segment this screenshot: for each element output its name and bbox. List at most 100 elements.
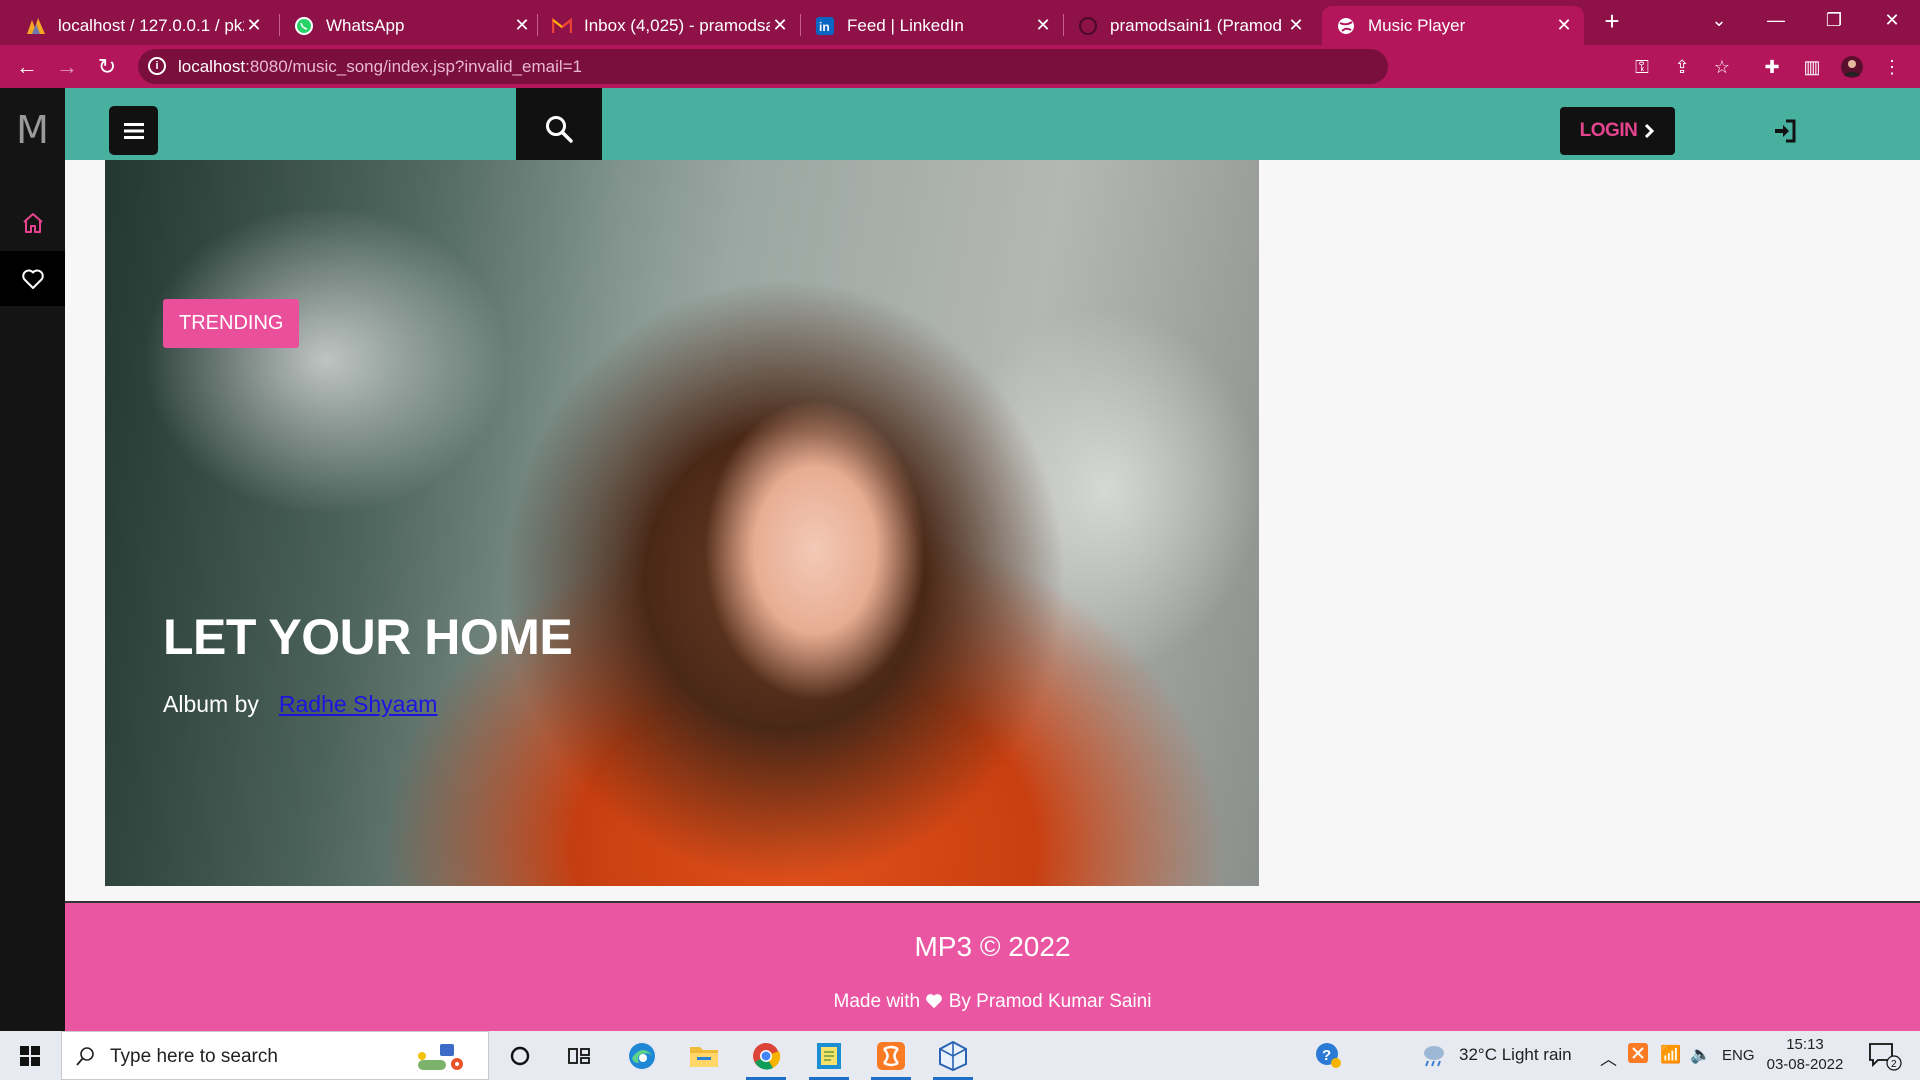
album-prefix: Album by	[163, 691, 259, 717]
close-icon[interactable]: ✕	[244, 15, 264, 36]
tab-label: Inbox (4,025) - pramodsaini	[584, 15, 770, 35]
windows-logo-icon	[20, 1045, 40, 1066]
github-icon	[1078, 16, 1098, 36]
svg-text:?: ?	[1322, 1047, 1331, 1064]
address-bar[interactable]: i localhost:8080/music_song/index.jsp?in…	[138, 49, 1388, 84]
made-suffix: By Pramod Kumar Saini	[948, 991, 1152, 1012]
album-line: Album by Radhe Shyaam	[163, 691, 437, 718]
url-text[interactable]: localhost:8080/music_song/index.jsp?inva…	[178, 57, 582, 77]
menu-button[interactable]	[109, 106, 158, 155]
tab-music-player[interactable]: Music Player ✕	[1322, 6, 1584, 45]
footer-credit: Made with By Pramod Kumar Saini	[65, 991, 1920, 1013]
gmail-icon	[552, 16, 572, 36]
close-icon[interactable]: ✕	[770, 15, 790, 36]
browser-menu-icon[interactable]: ⋮	[1880, 55, 1904, 79]
close-icon[interactable]: ✕	[1286, 15, 1306, 36]
speaker-icon[interactable]: 🔈	[1690, 1045, 1711, 1065]
search-highlight-icon	[418, 1044, 463, 1070]
tab-label: pramodsaini1 (Pramod Kum	[1110, 15, 1286, 35]
app-header: LOGIN	[65, 88, 1920, 170]
search-icon	[546, 116, 573, 143]
tab-label: WhatsApp	[326, 15, 405, 35]
footer-copyright: MP3 © 2022	[914, 931, 1071, 962]
browser-toolbar: ← → ↻ i localhost:8080/music_song/index.…	[0, 45, 1920, 88]
tab-label: Feed | LinkedIn	[847, 15, 964, 35]
virtualbox-icon[interactable]	[929, 1035, 977, 1080]
sign-in-icon[interactable]	[1772, 118, 1798, 144]
linkedin-icon: in	[815, 16, 835, 36]
browser-tab-strip: localhost / 127.0.0.1 / pk2 / ✕ WhatsApp…	[0, 0, 1920, 45]
task-view-icon[interactable]	[556, 1035, 604, 1077]
share-icon[interactable]: ⇪	[1670, 55, 1694, 79]
notification-center-icon[interactable]: 2	[1868, 1041, 1902, 1076]
search-placeholder: Type here to search	[110, 1046, 278, 1067]
search-button[interactable]	[516, 88, 602, 170]
tab-phpmyadmin[interactable]: localhost / 127.0.0.1 / pk2 / ✕	[12, 6, 274, 45]
notepad-icon[interactable]	[805, 1035, 853, 1080]
chevron-up-icon[interactable]: ︿	[1600, 1045, 1617, 1070]
close-icon[interactable]: ✕	[1033, 15, 1053, 36]
taskbar-search-input[interactable]: Type here to search	[61, 1031, 489, 1080]
tab-whatsapp[interactable]: WhatsApp ✕	[280, 6, 542, 45]
reload-icon[interactable]: ↻	[91, 51, 123, 83]
close-icon[interactable]: ✕	[1554, 15, 1574, 36]
xampp-tray-icon[interactable]	[1628, 1043, 1648, 1068]
home-icon	[22, 212, 43, 233]
search-icon	[76, 1047, 94, 1066]
clock-time: 15:13	[1786, 1036, 1824, 1053]
back-icon[interactable]: ←	[11, 51, 43, 83]
made-prefix: Made with	[833, 991, 921, 1012]
bookmark-star-icon[interactable]: ☆	[1710, 55, 1734, 79]
login-button[interactable]: LOGIN	[1560, 107, 1675, 155]
tab-gmail[interactable]: Inbox (4,025) - pramodsaini ✕	[538, 6, 800, 45]
hero-title: LET YOUR HOME	[163, 609, 573, 665]
app-footer: MP3 © 2022 Made with By Pramod Kumar Sai…	[65, 901, 1920, 1031]
chrome-icon[interactable]	[742, 1035, 790, 1080]
edge-icon[interactable]	[618, 1035, 666, 1077]
phpmyadmin-icon	[26, 16, 46, 36]
weather-icon[interactable]	[1420, 1041, 1450, 1074]
side-panel-icon[interactable]: ▥	[1800, 55, 1824, 79]
sidebar-item-favorites[interactable]	[0, 251, 65, 306]
svg-text:2: 2	[1891, 1059, 1897, 1070]
hero-image	[105, 160, 1259, 886]
site-info-icon[interactable]: i	[148, 57, 166, 75]
close-icon[interactable]: ✕	[512, 15, 532, 36]
clock[interactable]: 15:13 03-08-2022	[1765, 1035, 1845, 1075]
xampp-icon[interactable]	[867, 1035, 915, 1080]
hamburger-icon	[123, 122, 144, 139]
app-logo[interactable]: M	[0, 108, 65, 152]
login-label: LOGIN	[1579, 120, 1638, 141]
artist-link[interactable]: Radhe Shyaam	[279, 691, 438, 717]
app-sidebar: M	[0, 88, 65, 1031]
tab-label: localhost / 127.0.0.1 / pk2 /	[58, 15, 244, 35]
svg-text:in: in	[819, 20, 830, 34]
tab-search-chevron-icon[interactable]: ⌄	[1691, 0, 1747, 40]
hero-banner: TRENDING LET YOUR HOME Album by Radhe Shy…	[105, 160, 1259, 886]
start-button[interactable]	[0, 1031, 60, 1080]
heart-icon	[926, 994, 943, 1009]
restore-icon[interactable]: ❐	[1806, 0, 1862, 40]
minimize-icon[interactable]: —	[1748, 0, 1804, 40]
extensions-icon[interactable]: ✚	[1760, 55, 1784, 79]
cortana-icon[interactable]	[496, 1035, 544, 1077]
whatsapp-icon	[294, 16, 314, 36]
profile-avatar[interactable]	[1840, 55, 1864, 79]
chevron-right-icon	[1645, 123, 1655, 139]
forward-icon[interactable]: →	[51, 51, 83, 83]
language-indicator[interactable]: ENG	[1722, 1047, 1755, 1064]
tab-github[interactable]: pramodsaini1 (Pramod Kum ✕	[1064, 6, 1316, 45]
help-icon[interactable]: ?	[1314, 1041, 1342, 1074]
globe-icon	[1336, 16, 1356, 36]
file-explorer-icon[interactable]	[680, 1035, 728, 1077]
tab-linkedin[interactable]: in Feed | LinkedIn ✕	[801, 6, 1063, 45]
window-close-icon[interactable]: ✕	[1864, 0, 1920, 40]
tab-label: Music Player	[1368, 15, 1466, 35]
key-icon[interactable]: ⚿	[1630, 55, 1654, 79]
sidebar-item-home[interactable]	[0, 195, 65, 250]
new-tab-button[interactable]: +	[1597, 6, 1627, 36]
network-icon[interactable]: 📶	[1660, 1045, 1681, 1065]
weather-text[interactable]: 32°C Light rain	[1459, 1045, 1572, 1065]
heart-icon	[21, 269, 44, 289]
trending-badge: TRENDING	[163, 299, 300, 348]
